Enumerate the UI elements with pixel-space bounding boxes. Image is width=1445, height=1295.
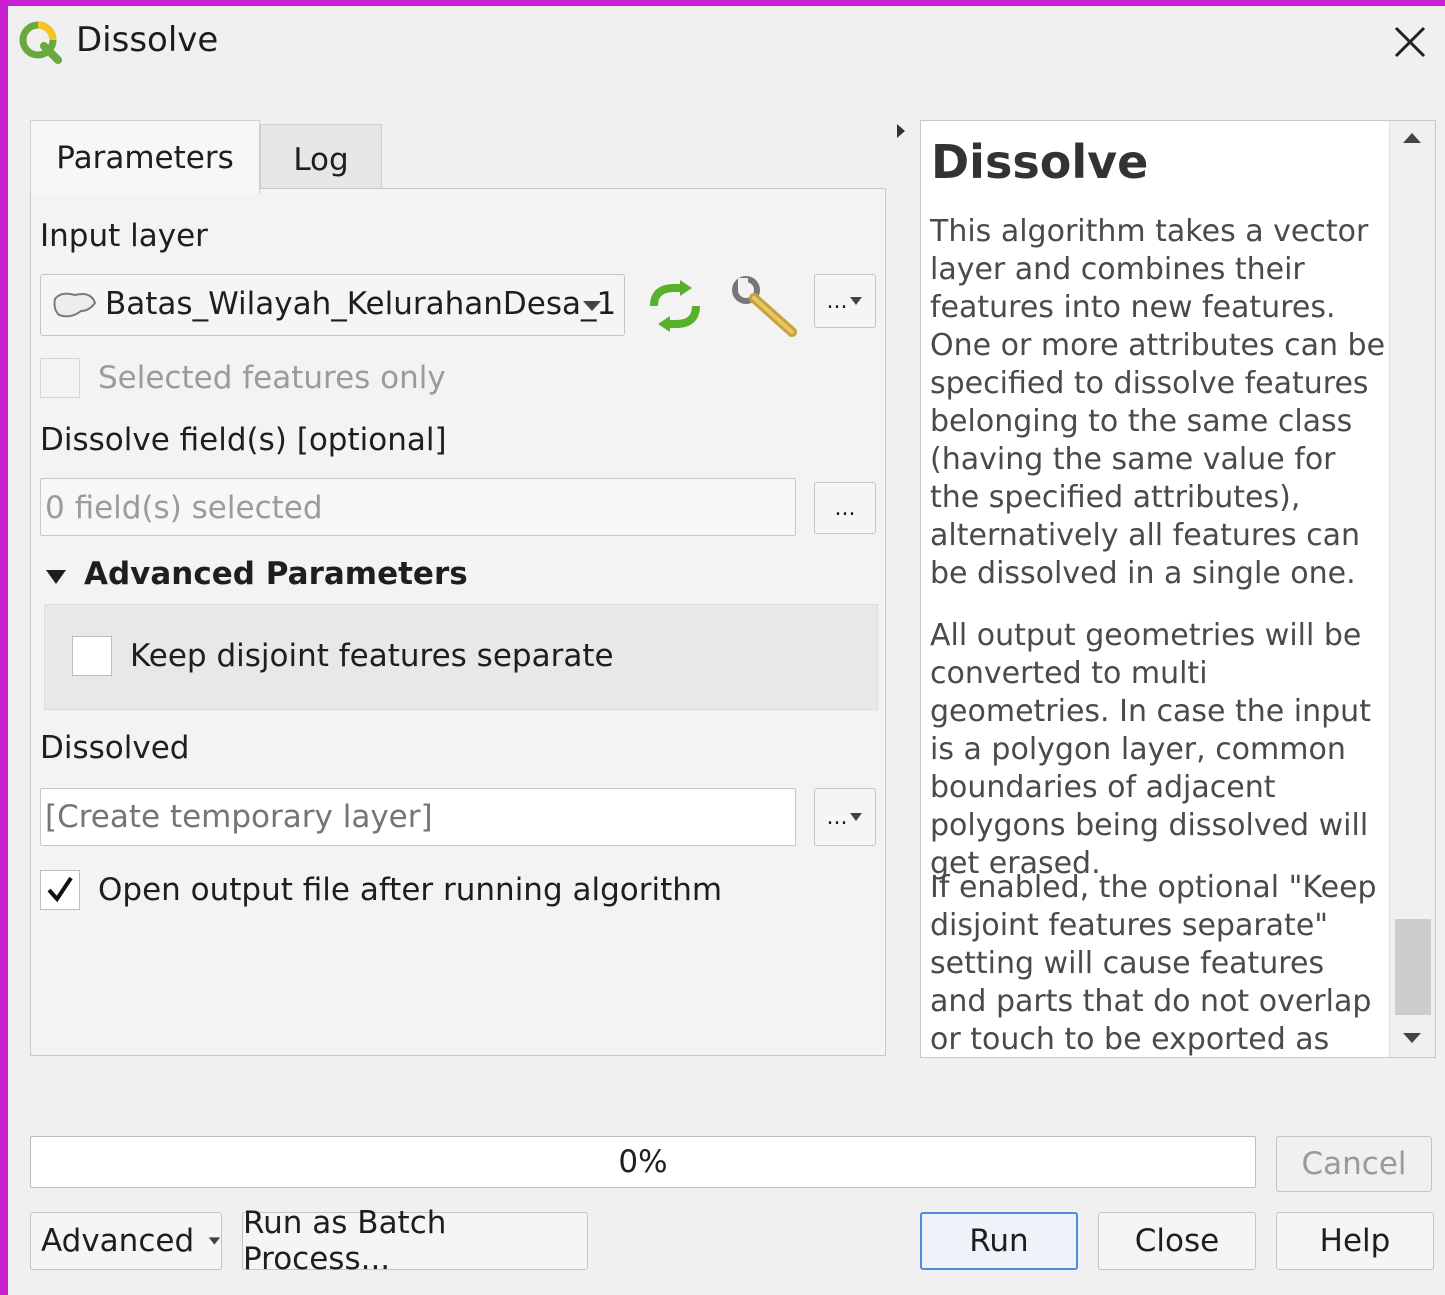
keep-disjoint-label: Keep disjoint features separate [130, 638, 614, 674]
run-as-batch-button[interactable]: Run as Batch Process... [242, 1205, 588, 1277]
selected-features-only-label: Selected features only [98, 360, 446, 396]
chevron-down-icon [208, 1237, 221, 1245]
collapse-help-arrow-icon[interactable] [894, 122, 908, 140]
dissolve-fields-button[interactable]: ... [814, 482, 876, 534]
ellipsis-label: ... [834, 495, 856, 521]
input-layer-combo[interactable]: Batas_Wilayah_KelurahanDesa_1 [40, 274, 625, 336]
advanced-parameters-header[interactable]: Advanced Parameters [84, 556, 468, 592]
help-paragraph-3: If enabled, the optional "Keep disjoint … [930, 870, 1377, 1057]
scrollbar-thumb[interactable] [1395, 919, 1431, 1015]
help-button[interactable]: Help [1276, 1212, 1434, 1270]
progress-text: 0% [618, 1144, 668, 1180]
close-button[interactable]: Close [1098, 1212, 1256, 1270]
ellipsis-label: ... [826, 288, 848, 314]
input-layer-options-button[interactable]: ... [814, 274, 876, 328]
dissolve-fields-input[interactable]: 0 field(s) selected [40, 478, 796, 536]
help-scrollbar[interactable] [1389, 121, 1435, 1057]
dissolved-output-input[interactable] [40, 788, 796, 846]
selected-features-only-checkbox[interactable] [40, 358, 80, 398]
help-paragraph-1: This algorithm takes a vector layer and … [930, 214, 1386, 591]
input-layer-label: Input layer [40, 218, 208, 254]
open-output-label: Open output file after running algorithm [98, 872, 723, 908]
input-layer-value: Batas_Wilayah_KelurahanDesa_1 [105, 286, 617, 322]
close-icon[interactable] [1388, 20, 1432, 64]
advanced-button-label: Advanced [41, 1223, 195, 1259]
chevron-down-icon [850, 297, 863, 305]
open-output-checkbox[interactable] [40, 870, 80, 910]
refresh-icon[interactable] [644, 278, 706, 334]
progress-bar: 0% [30, 1136, 1256, 1188]
scroll-up-arrow-icon[interactable] [1401, 131, 1423, 145]
chevron-down-icon [850, 813, 863, 821]
window-title: Dissolve [76, 20, 219, 60]
polygon-layer-icon [53, 292, 97, 318]
ellipsis-label: ... [826, 804, 848, 830]
keep-disjoint-checkbox[interactable] [72, 636, 112, 676]
dissolve-dialog: Dissolve Parameters Log Input layer Bata… [8, 6, 1445, 1295]
tab-parameters[interactable]: Parameters [30, 120, 260, 194]
dissolve-fields-label: Dissolve field(s) [optional] [40, 422, 447, 458]
scroll-down-arrow-icon[interactable] [1401, 1031, 1423, 1045]
dissolved-output-label: Dissolved [40, 730, 190, 766]
tab-log[interactable]: Log [260, 124, 382, 194]
cancel-button[interactable]: Cancel [1276, 1136, 1432, 1192]
help-pane: Dissolve This algorithm takes a vector l… [920, 120, 1436, 1058]
qgis-logo-icon [19, 21, 62, 64]
collapse-triangle-icon[interactable] [44, 568, 68, 586]
advanced-dropdown-button[interactable]: Advanced [30, 1212, 222, 1270]
chevron-down-icon [583, 301, 601, 311]
run-button[interactable]: Run [920, 1212, 1078, 1270]
help-paragraph-2: All output geometries will be converted … [930, 618, 1371, 881]
dissolved-output-options-button[interactable]: ... [814, 788, 876, 846]
wrench-icon[interactable] [730, 274, 800, 340]
help-title: Dissolve [931, 135, 1149, 189]
checkmark-icon [47, 876, 73, 903]
